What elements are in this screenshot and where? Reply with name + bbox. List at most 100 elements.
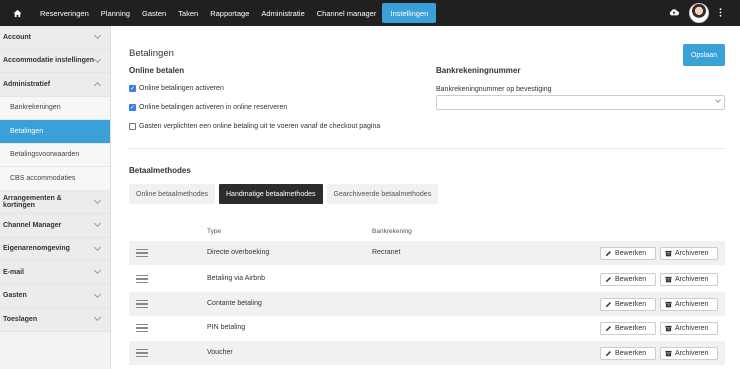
divider [129, 148, 725, 149]
edit-label: Bewerken [615, 250, 647, 257]
archive-label: Archiveren [675, 276, 709, 283]
nav-administratie[interactable]: Administratie [255, 3, 310, 23]
nav-channel-manager[interactable]: Channel manager [311, 3, 383, 23]
sidebar-section-eigenarenomgeving[interactable]: Eigenarenomgeving [0, 237, 110, 261]
column-header-bankrekening: Bankrekening [372, 228, 412, 235]
table-header: Type Bankrekening [129, 226, 725, 240]
archive-button[interactable]: Archiveren [660, 322, 718, 335]
drag-handle-icon[interactable] [136, 275, 148, 283]
archive-label: Archiveren [675, 250, 709, 257]
option-checkout-verplicht[interactable]: Gasten verplichten een online betaling u… [129, 123, 380, 130]
checkbox-unchecked[interactable] [129, 123, 136, 130]
nav-instellingen[interactable]: Instellingen [382, 3, 437, 23]
sidebar-section-account[interactable]: Account [0, 26, 110, 50]
pencil-icon [605, 351, 611, 357]
checkbox-checked[interactable] [129, 104, 136, 111]
payment-methods-heading: Betaalmethodes [129, 166, 191, 175]
sidebar-section-e-mail[interactable]: E-mail [0, 261, 110, 285]
table-row: Betaling via Airbnb Bewerken Archiveren [129, 267, 725, 291]
archive-icon [665, 301, 672, 308]
save-button[interactable]: Opslaan [683, 44, 725, 66]
sidebar: Account Accommodatie instellingen Admini… [0, 26, 111, 369]
nav-taken[interactable]: Taken [172, 3, 204, 23]
bank-account-select[interactable] [436, 95, 725, 110]
archive-label: Archiveren [675, 325, 709, 332]
edit-label: Bewerken [615, 276, 647, 283]
payment-methods-tabs: Online betaalmethodes Handmatige betaalm… [129, 184, 439, 204]
edit-label: Bewerken [615, 350, 647, 357]
edit-label: Bewerken [615, 325, 647, 332]
archive-icon [665, 325, 672, 332]
nav-planning[interactable]: Planning [95, 3, 136, 23]
tab-gearchiveerde-betaalmethodes[interactable]: Gearchiveerde betaalmethodes [326, 184, 439, 204]
sidebar-section-administratief[interactable]: Administratief [0, 73, 110, 97]
sidebar-item-betalingsvoorwaarden[interactable]: Betalingsvoorwaarden [0, 143, 110, 167]
edit-label: Bewerken [615, 301, 647, 308]
edit-button[interactable]: Bewerken [600, 247, 656, 260]
nav-reserveringen[interactable]: Reserveringen [34, 3, 95, 23]
sidebar-section-label: Eigenarenomgeving [3, 245, 70, 253]
chevron-down-icon [93, 290, 102, 298]
drag-handle-icon[interactable] [136, 300, 148, 308]
chevron-up-icon [93, 82, 102, 90]
chevron-down-icon [93, 32, 102, 40]
drag-handle-icon[interactable] [136, 349, 148, 357]
sidebar-section-label: Toeslagen [3, 315, 38, 323]
nav-rapportage[interactable]: Rapportage [204, 3, 255, 23]
nav-gasten[interactable]: Gasten [136, 3, 172, 23]
avatar[interactable] [689, 3, 709, 23]
sidebar-section-label: Gasten [3, 292, 27, 300]
sidebar-section-accommodatie-instellingen[interactable]: Accommodatie instellingen [0, 49, 110, 73]
sidebar-section-channel-manager[interactable]: Channel Manager [0, 214, 110, 238]
archive-button[interactable]: Archiveren [660, 298, 718, 311]
online-payments-heading: Online betalen [129, 66, 185, 75]
bank-account-label: Bankrekeningnummer op bevestiging [436, 86, 552, 93]
option-online-activeren[interactable]: Online betalingen activeren [129, 85, 224, 92]
home-icon[interactable] [0, 0, 34, 26]
table-row: PIN betaling Bewerken Archiveren [129, 316, 725, 340]
option-online-reserveren[interactable]: Online betalingen activeren in online re… [129, 104, 287, 111]
cell-type: Voucher [207, 349, 233, 356]
archive-button[interactable]: Archiveren [660, 273, 718, 286]
pencil-icon [605, 326, 611, 332]
cloud-upload-icon[interactable] [669, 8, 679, 18]
option-label: Online betalingen activeren [139, 85, 224, 92]
sidebar-section-gasten[interactable]: Gasten [0, 284, 110, 308]
chevron-down-icon [715, 97, 721, 103]
sidebar-section-arrangementen[interactable]: Arrangementen & kortingen [0, 190, 110, 214]
archive-icon [665, 350, 672, 357]
drag-handle-icon[interactable] [136, 324, 148, 332]
sidebar-section-label: Accommodatie instellingen [3, 57, 95, 65]
nav-right-group [669, 0, 722, 26]
tab-handmatige-betaalmethodes[interactable]: Handmatige betaalmethodes [219, 184, 323, 204]
top-navbar: Reserveringen Planning Gasten Taken Rapp… [0, 0, 740, 26]
option-label: Online betalingen activeren in online re… [139, 104, 288, 111]
table-row: Contante betaling Bewerken Archiveren [129, 292, 725, 316]
edit-button[interactable]: Bewerken [600, 347, 656, 360]
more-vertical-icon[interactable] [719, 7, 722, 19]
drag-handle-icon[interactable] [136, 249, 148, 257]
sidebar-item-betalingen[interactable]: Betalingen [0, 120, 110, 144]
chevron-down-icon [93, 243, 102, 251]
edit-button[interactable]: Bewerken [600, 273, 656, 286]
edit-button[interactable]: Bewerken [600, 322, 656, 335]
tab-online-betaalmethodes[interactable]: Online betaalmethodes [129, 184, 215, 204]
cell-type: Contante betaling [207, 300, 262, 307]
pencil-icon [605, 277, 611, 283]
sidebar-section-label: E-mail [3, 268, 25, 276]
sidebar-item-bankrekeningen[interactable]: Bankrekeningen [0, 96, 110, 120]
cell-bank: Recranet [372, 249, 401, 256]
sidebar-section-label: Account [3, 33, 31, 41]
cell-type: Directe overboeking [207, 249, 270, 256]
sidebar-item-cbs-accommodaties[interactable]: CBS accommodaties [0, 167, 110, 191]
archive-icon [665, 250, 672, 257]
archive-button[interactable]: Archiveren [660, 247, 718, 260]
edit-button[interactable]: Bewerken [600, 298, 656, 311]
sidebar-section-toeslagen[interactable]: Toeslagen [0, 308, 110, 332]
archive-button[interactable]: Archiveren [660, 347, 718, 360]
chevron-down-icon [93, 314, 102, 322]
cell-type: PIN betaling [207, 324, 246, 331]
checkbox-checked[interactable] [129, 85, 136, 92]
archive-icon [665, 276, 672, 283]
sidebar-section-label: Channel Manager [3, 221, 62, 229]
